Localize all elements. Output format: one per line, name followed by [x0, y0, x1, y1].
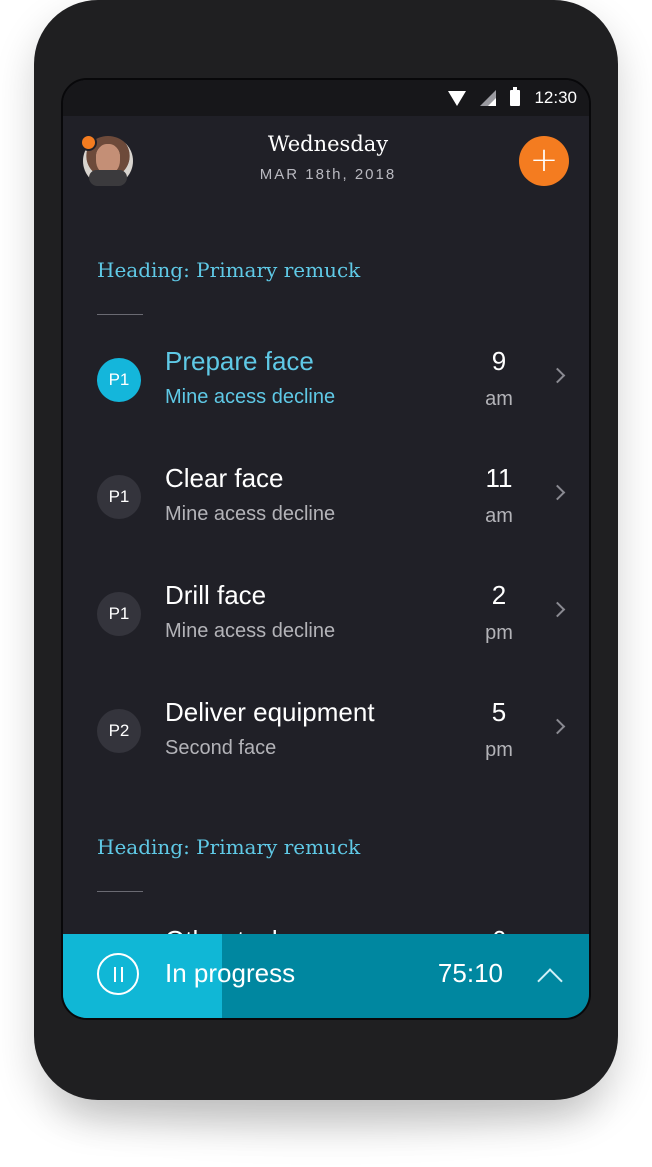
- task-row[interactable]: P1 Drill face Mine acess decline 2 pm: [63, 580, 589, 680]
- task-row[interactable]: P1 Clear face Mine acess decline 11 am: [63, 463, 589, 563]
- task-row[interactable]: P2 Deliver equipment Second face 5 pm: [63, 697, 589, 797]
- task-subtitle: Mine acess decline: [165, 503, 336, 525]
- task-period: am: [485, 505, 513, 527]
- task-title: Prepare face: [165, 346, 314, 376]
- priority-badge: P1: [97, 592, 141, 636]
- task-title: Drill face: [165, 580, 267, 610]
- task-hour: 5: [491, 697, 507, 727]
- task-hour: 11: [485, 463, 513, 493]
- battery-icon: [510, 87, 521, 106]
- task-title: Deliver equipment: [165, 697, 375, 727]
- task-period: pm: [485, 622, 513, 644]
- section-heading: Heading: Primary remuck: [97, 835, 361, 859]
- priority-badge: P1: [97, 475, 141, 519]
- chevron-right-icon: [549, 601, 566, 618]
- plus-icon: +: [529, 140, 559, 180]
- page-date: MAR 18th, 2018: [259, 166, 397, 183]
- priority-badge: P1: [97, 358, 141, 402]
- task-subtitle: Mine acess decline: [165, 386, 336, 408]
- task-title: Clear face: [165, 463, 284, 493]
- progress-timer: 75:10: [437, 958, 503, 988]
- task-period: pm: [485, 739, 513, 761]
- progress-label: In progress: [165, 958, 296, 988]
- chevron-right-icon: [549, 484, 566, 501]
- status-icons: 12:30: [448, 87, 577, 108]
- chevron-right-icon: [549, 718, 566, 735]
- status-time: 12:30: [534, 88, 577, 107]
- signal-icon: [480, 90, 497, 106]
- section-divider: [97, 891, 143, 892]
- task-row[interactable]: P1 Prepare face Mine acess decline 9 am: [63, 346, 589, 446]
- section-divider: [97, 314, 143, 315]
- section-heading: Heading: Primary remuck: [97, 258, 361, 282]
- status-bar: 12:30: [63, 80, 589, 116]
- app-screen: 12:30 Wednesday MAR 18th, 2018 + Heading…: [61, 78, 591, 1020]
- task-subtitle: Mine acess decline: [165, 620, 336, 642]
- add-button[interactable]: +: [519, 136, 569, 186]
- page-title: Wednesday: [267, 132, 389, 156]
- chevron-right-icon: [549, 367, 566, 384]
- priority-badge: P2: [97, 709, 141, 753]
- progress-bar[interactable]: In progress 75:10: [63, 934, 589, 1018]
- task-hour: 2: [491, 580, 507, 610]
- pause-icon[interactable]: [97, 953, 139, 995]
- task-hour: 9: [491, 346, 507, 376]
- task-subtitle: Second face: [165, 737, 277, 759]
- task-period: am: [485, 388, 513, 410]
- wifi-icon: [448, 90, 467, 106]
- chevron-up-icon[interactable]: [537, 968, 563, 994]
